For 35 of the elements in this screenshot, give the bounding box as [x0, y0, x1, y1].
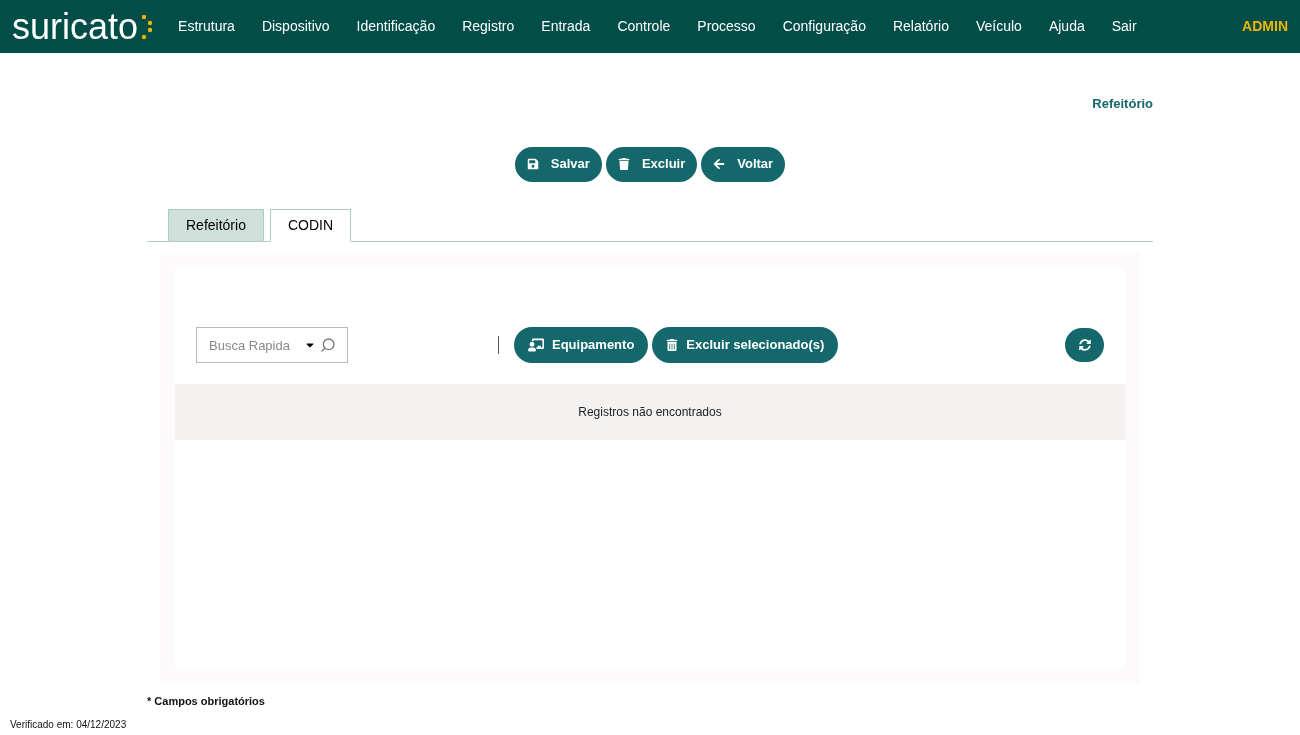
trash-icon: [666, 339, 679, 351]
nav-link[interactable]: Relatório: [892, 16, 949, 37]
nav-link[interactable]: Sair: [1111, 16, 1137, 37]
nav-link[interactable]: Dispositivo: [261, 16, 330, 37]
refresh-button[interactable]: [1065, 328, 1104, 362]
search-field[interactable]: Busca Rapida: [196, 327, 348, 363]
nav-link[interactable]: Estrutura: [178, 16, 235, 37]
trash-icon: [617, 158, 630, 170]
tab[interactable]: Refeitório: [168, 208, 264, 241]
save-button[interactable]: Salvar: [514, 146, 602, 182]
nav-link[interactable]: Configuração: [782, 16, 866, 37]
nav-link[interactable]: Ajuda: [1048, 16, 1085, 37]
delete-button[interactable]: Excluir selecionado(s): [652, 327, 839, 363]
delete-button[interactable]: Excluir: [605, 146, 698, 182]
arrow-left-icon: [713, 158, 726, 170]
nav-link[interactable]: Identificação: [356, 16, 436, 37]
page-title: Refeitório: [1092, 95, 1153, 113]
presenter-icon: [528, 337, 544, 353]
save-icon: [526, 158, 539, 170]
logo-text: suricato: [12, 8, 139, 45]
nav-link[interactable]: Registro: [462, 16, 515, 37]
dots-icon: [140, 13, 155, 40]
nav-link[interactable]: Entrada: [541, 16, 591, 37]
tab[interactable]: CODIN: [269, 208, 352, 242]
user-name[interactable]: ADMIN: [1242, 16, 1288, 37]
back-button[interactable]: Voltar: [701, 146, 786, 182]
refresh-icon: [1078, 339, 1091, 351]
empty-message: Registros não encontrados: [578, 403, 722, 421]
nav-link[interactable]: Controle: [617, 16, 671, 37]
search-icon[interactable]: [320, 337, 336, 353]
nav-link[interactable]: Processo: [697, 16, 756, 37]
equipment-button[interactable]: Equipamento: [514, 327, 649, 363]
nav-link[interactable]: Veículo: [975, 16, 1022, 37]
required-fields-note: * Campos obrigatórios: [147, 693, 266, 709]
verified-date: Verificado em: 04/12/2023: [10, 718, 128, 732]
